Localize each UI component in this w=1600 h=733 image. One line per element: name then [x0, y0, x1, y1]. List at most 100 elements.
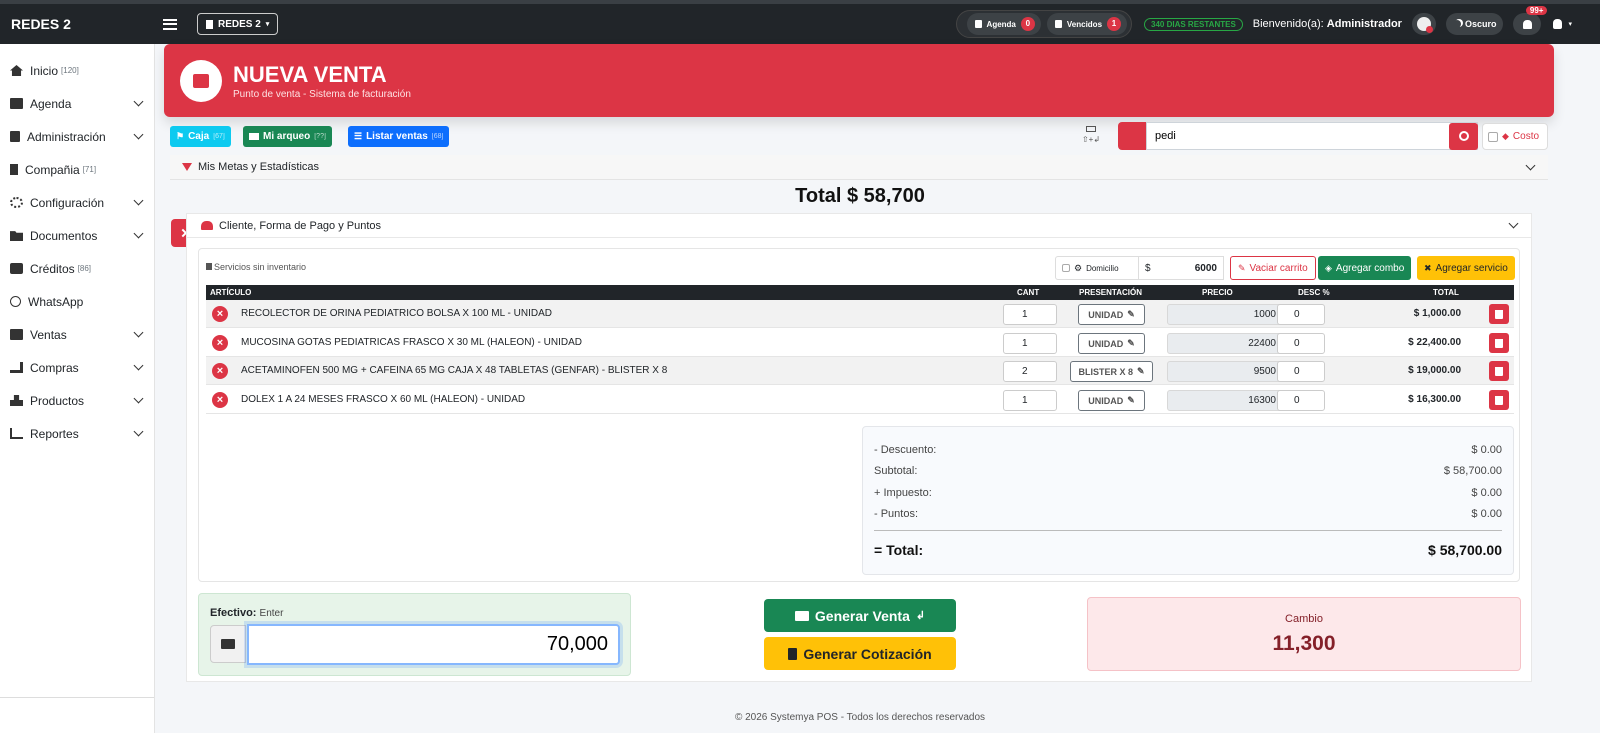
chevron-down-icon: [133, 96, 144, 107]
row-cant-input[interactable]: 2: [1003, 361, 1057, 382]
keyboard-icon: [1086, 126, 1096, 132]
agregar-servicio-label: Agregar servicio: [1435, 262, 1508, 274]
row-cant-input[interactable]: 1: [1003, 390, 1057, 411]
efectivo-label: Efectivo: Enter: [210, 607, 283, 619]
trash-icon[interactable]: [1489, 333, 1509, 353]
costo-toggle[interactable]: ◆ Costo: [1482, 123, 1548, 150]
caret-down-icon: ▾: [265, 21, 270, 28]
summary-value: $ 58,700.00: [1443, 465, 1502, 477]
sidebar-item-documentos[interactable]: Documentos: [0, 219, 154, 252]
sidebar-item-productos[interactable]: Productos: [0, 384, 154, 417]
tools-icon: ✖: [1424, 262, 1432, 273]
notifications-button[interactable]: 99+: [1513, 6, 1548, 35]
barcode-icon[interactable]: [1118, 122, 1146, 150]
row-presentacion: UNIDAD: [1088, 395, 1124, 406]
pencil-icon: ✎: [1127, 395, 1135, 405]
company-selector[interactable]: REDES 2 ▾: [197, 13, 279, 35]
user-menu[interactable]: ▾: [1553, 19, 1572, 29]
domicilio-value-input[interactable]: $6000: [1138, 256, 1224, 280]
remove-icon[interactable]: ×: [212, 335, 228, 351]
trash-icon[interactable]: [1489, 390, 1509, 410]
summary-label: Subtotal:: [874, 465, 918, 477]
sidebar-item-label: Productos: [30, 393, 85, 408]
sidebar: Inicio [120] Agenda Administración Compañ…: [0, 44, 155, 733]
row-desc-input[interactable]: 0: [1277, 333, 1325, 354]
row-desc-input[interactable]: 0: [1277, 361, 1325, 382]
costo-checkbox[interactable]: [1488, 131, 1498, 142]
servicios-sin-inventario[interactable]: Servicios sin inventario: [206, 262, 306, 272]
remove-icon[interactable]: ×: [212, 392, 228, 408]
company-name: REDES 2: [218, 18, 261, 30]
theme-toggle-button[interactable]: Oscuro: [1445, 13, 1504, 35]
chevron-down-icon: [133, 426, 144, 437]
sidebar-item-ventas[interactable]: Ventas: [0, 318, 154, 351]
summary-divider: [874, 530, 1502, 531]
cliente-accordion[interactable]: Cliente, Forma de Pago y Puntos: [186, 213, 1532, 238]
palette-icon: [1416, 17, 1433, 33]
brand-name[interactable]: REDES 2: [0, 16, 160, 32]
product-search-input[interactable]: [1146, 122, 1478, 150]
sidebar-item-count: [71]: [82, 165, 97, 174]
vaciar-carrito-button[interactable]: ✎ Vaciar carrito: [1230, 256, 1316, 280]
filter-icon: [182, 163, 192, 171]
caja-button[interactable]: ⚑ Caja [67]: [170, 126, 231, 147]
generar-cotizacion-button[interactable]: Generar Cotización: [764, 637, 956, 670]
sidebar-item-reportes[interactable]: Reportes: [0, 417, 154, 450]
row-desc-input[interactable]: 0: [1277, 304, 1325, 325]
chevron-down-icon: [133, 129, 144, 140]
row-precio: 1000: [1167, 304, 1285, 325]
row-presentacion-button[interactable]: UNIDAD ✎: [1078, 333, 1145, 354]
row-desc-input[interactable]: 0: [1277, 390, 1325, 411]
footer-text: © 2026 Systemya POS - Todos los derechos…: [734, 712, 986, 723]
trash-icon[interactable]: [1489, 304, 1509, 324]
search-button[interactable]: [1449, 123, 1478, 150]
sidebar-item-creditos[interactable]: Créditos [86]: [0, 252, 154, 285]
row-cant-input[interactable]: 1: [1003, 333, 1057, 354]
row-presentacion-button[interactable]: BLISTER X 8 ✎: [1070, 361, 1153, 382]
theme-label: Oscuro: [1464, 19, 1497, 29]
listar-ventas-button[interactable]: ☰ Listar ventas [68]: [348, 126, 450, 147]
domicilio-toggle[interactable]: ⚙ Domicilio: [1055, 256, 1139, 280]
sidebar-item-compras[interactable]: Compras: [0, 351, 154, 384]
agregar-combo-button[interactable]: ◈ Agregar combo: [1318, 256, 1412, 280]
row-presentacion-button[interactable]: UNIDAD ✎: [1078, 304, 1145, 325]
sin-inventario-label: Servicios sin inventario: [214, 262, 307, 272]
sidebar-item-administracion[interactable]: Administración: [0, 120, 154, 153]
sidebar-item-agenda[interactable]: Agenda: [0, 87, 154, 120]
row-total: $ 16,300.00: [1408, 394, 1461, 405]
row-total: $ 1,000.00: [1413, 308, 1461, 319]
trash-icon[interactable]: [1489, 361, 1509, 381]
file-icon: [206, 263, 212, 270]
agregar-servicio-button[interactable]: ✖ Agregar servicio: [1417, 256, 1515, 280]
summary-label: + Impuesto:: [874, 487, 932, 499]
row-presentacion-button[interactable]: UNIDAD ✎: [1078, 390, 1145, 411]
sidebar-item-label: Inicio: [30, 63, 59, 78]
pencil-icon: ✎: [1127, 309, 1135, 319]
menu-toggle-icon[interactable]: [163, 18, 177, 30]
moon-icon: [1453, 20, 1461, 28]
remove-icon[interactable]: ×: [212, 363, 228, 379]
arqueo-button[interactable]: Mi arqueo [??]: [243, 126, 332, 147]
vencidos-chip[interactable]: Vencidos 1: [1046, 13, 1128, 35]
generar-venta-button[interactable]: Generar Venta ↲: [764, 599, 956, 632]
domicilio-value: 6000: [1194, 262, 1217, 274]
domicilio-checkbox[interactable]: [1062, 264, 1070, 272]
summary-puntos: - Puntos: $ 0.00: [874, 508, 1502, 520]
palette-button[interactable]: [1411, 13, 1436, 35]
money-icon: [794, 610, 809, 621]
row-cant-input[interactable]: 1: [1003, 304, 1057, 325]
metas-accordion[interactable]: Mis Metas y Estadísticas: [170, 155, 1548, 180]
sidebar-item-whatsapp[interactable]: WhatsApp: [0, 285, 154, 318]
sidebar-item-inicio[interactable]: Inicio [120]: [0, 54, 154, 87]
totals-summary: - Descuento: $ 0.00 Subtotal: $ 58,700.00 …: [862, 426, 1514, 575]
efectivo-input[interactable]: [247, 624, 620, 665]
generar-cotizacion-label: Generar Cotización: [803, 645, 932, 662]
remove-icon[interactable]: ×: [212, 306, 228, 322]
sidebar-item-count: [86]: [77, 264, 92, 273]
users-icon: [201, 221, 213, 230]
keyboard-hint-text: ⇧+↲: [1081, 135, 1101, 144]
agenda-chip[interactable]: Agenda 0: [966, 13, 1041, 35]
metas-label: Mis Metas y Estadísticas: [198, 161, 320, 173]
sidebar-item-compania[interactable]: Compañia [71]: [0, 153, 154, 186]
row-total: $ 19,000.00: [1408, 365, 1461, 376]
